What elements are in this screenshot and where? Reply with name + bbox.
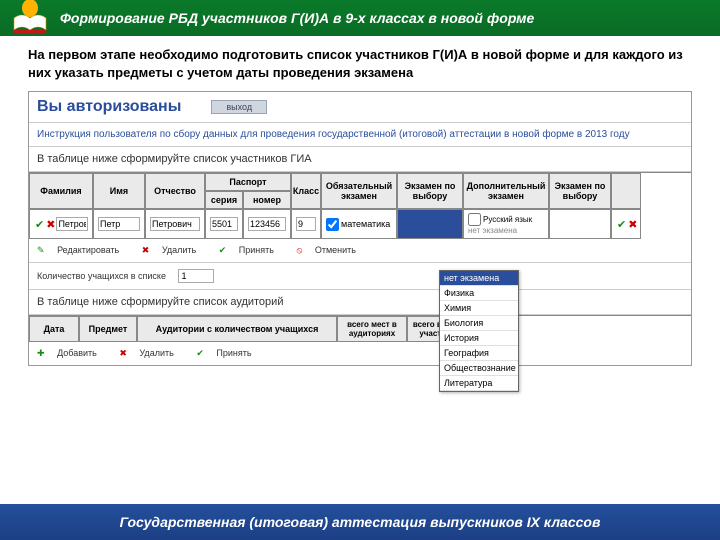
row-delete-icon[interactable]: ✖ <box>628 218 637 231</box>
col-exam-add: Дополнительный экзамен <box>463 173 549 209</box>
col-name: Имя <box>93 173 145 209</box>
rus-check[interactable] <box>468 213 481 226</box>
footer-bar: Государственная (итоговая) аттестация вы… <box>0 504 720 540</box>
number-cell <box>243 209 291 239</box>
name-input[interactable] <box>98 217 140 231</box>
name-cell <box>93 209 145 239</box>
count-label: Количество учащихся в списке <box>37 271 166 281</box>
exam-req-label: математика <box>341 219 390 229</box>
series-cell <box>205 209 243 239</box>
delete2-button[interactable]: ✖ Удалить <box>119 348 183 358</box>
rooms-table: Дата Предмет Аудитории с количеством уча… <box>29 315 691 342</box>
count-row: Количество учащихся в списке <box>29 263 691 290</box>
exam-choice-cell[interactable] <box>397 209 463 239</box>
class-input[interactable] <box>296 217 316 231</box>
col-exam-req: Обязательный экзамен <box>321 173 397 209</box>
col-aud: Аудитории с количеством учащихся <box>137 316 337 342</box>
col-number: номер <box>243 191 291 209</box>
exam-add-cell: Русский язык нет экзамена <box>463 209 549 239</box>
exam-req-cell: математика <box>321 209 397 239</box>
cancel-button[interactable]: ⦸ Отменить <box>296 245 366 255</box>
dropdown-option[interactable]: Физика <box>440 286 518 301</box>
patr-cell <box>145 209 205 239</box>
dropdown-option[interactable]: География <box>440 346 518 361</box>
page-title: Формирование РБД участников Г(И)А в 9-х … <box>60 10 534 26</box>
auth-label: Вы авторизованы <box>37 98 211 116</box>
accept2-button[interactable]: ✔ Принять <box>196 348 261 358</box>
delete-button[interactable]: ✖ Удалить <box>142 245 206 255</box>
accept-button[interactable]: ✔ Принять <box>219 245 284 255</box>
col-date: Дата <box>29 316 79 342</box>
info-line: Инструкция пользователя по сбору данных … <box>29 123 691 147</box>
count-field[interactable] <box>178 269 214 283</box>
series-input[interactable] <box>210 217 238 231</box>
dropdown-option[interactable]: Литература <box>440 376 518 391</box>
col-passport: Паспорт <box>205 173 291 191</box>
app-window: Вы авторизованы выход Инструкция пользов… <box>28 91 692 366</box>
table1-caption: В таблице ниже сформируйте список участн… <box>29 147 691 172</box>
col-exam-choice: Экзамен по выбору <box>397 173 463 209</box>
title-bar: Формирование РБД участников Г(И)А в 9-х … <box>0 0 720 36</box>
col-surname: Фамилия <box>29 173 93 209</box>
col-series: серия <box>205 191 243 209</box>
table2-caption: В таблице ниже сформируйте список аудито… <box>29 290 691 315</box>
col-subject: Предмет <box>79 316 137 342</box>
dropdown-option[interactable]: Обществознание <box>440 361 518 376</box>
patronymic-input[interactable] <box>150 217 200 231</box>
exam-req-check[interactable] <box>326 218 339 231</box>
dropdown-option[interactable]: Биология <box>440 316 518 331</box>
dropdown-option[interactable]: Химия <box>440 301 518 316</box>
number-input[interactable] <box>248 217 286 231</box>
participants-table: Фамилия Имя Отчество Паспорт Класс Обяза… <box>29 172 691 239</box>
row-icons: ✔✖ <box>29 209 93 239</box>
add-button[interactable]: ✚ Добавить <box>37 348 107 358</box>
col-exam-choice2: Экзамен по выбору <box>549 173 611 209</box>
row-accept-icon[interactable]: ✔ <box>617 218 626 231</box>
auth-bar: Вы авторизованы выход <box>29 92 691 123</box>
exam-choice2-cell[interactable] <box>549 209 611 239</box>
row-actions: ✔✖ <box>611 209 641 239</box>
book-icon <box>10 0 50 36</box>
col-actions <box>611 173 641 209</box>
table2-actions: ✚ Добавить ✖ Удалить ✔ Принять <box>29 342 691 365</box>
dropdown-option[interactable]: нет экзамена <box>440 271 518 286</box>
table1-actions: ✎ Редактировать ✖ Удалить ✔ Принять ⦸ От… <box>29 239 691 263</box>
edit-button[interactable]: ✎ Редактировать <box>37 245 129 255</box>
col-places: всего мест в аудиториях <box>337 316 407 342</box>
reject-icon[interactable]: ✖ <box>46 218 55 231</box>
dropdown-option[interactable]: История <box>440 331 518 346</box>
col-class: Класс <box>291 173 321 209</box>
col-patronymic: Отчество <box>145 173 205 209</box>
instruction-text: На первом этапе необходимо подготовить с… <box>0 36 720 91</box>
exam-choice-dropdown[interactable]: нет экзамена Физика Химия Биология Истор… <box>439 270 519 392</box>
class-cell <box>291 209 321 239</box>
surname-input[interactable] <box>56 217 88 231</box>
exit-button[interactable]: выход <box>211 100 267 114</box>
accept-icon[interactable]: ✔ <box>35 218 44 231</box>
